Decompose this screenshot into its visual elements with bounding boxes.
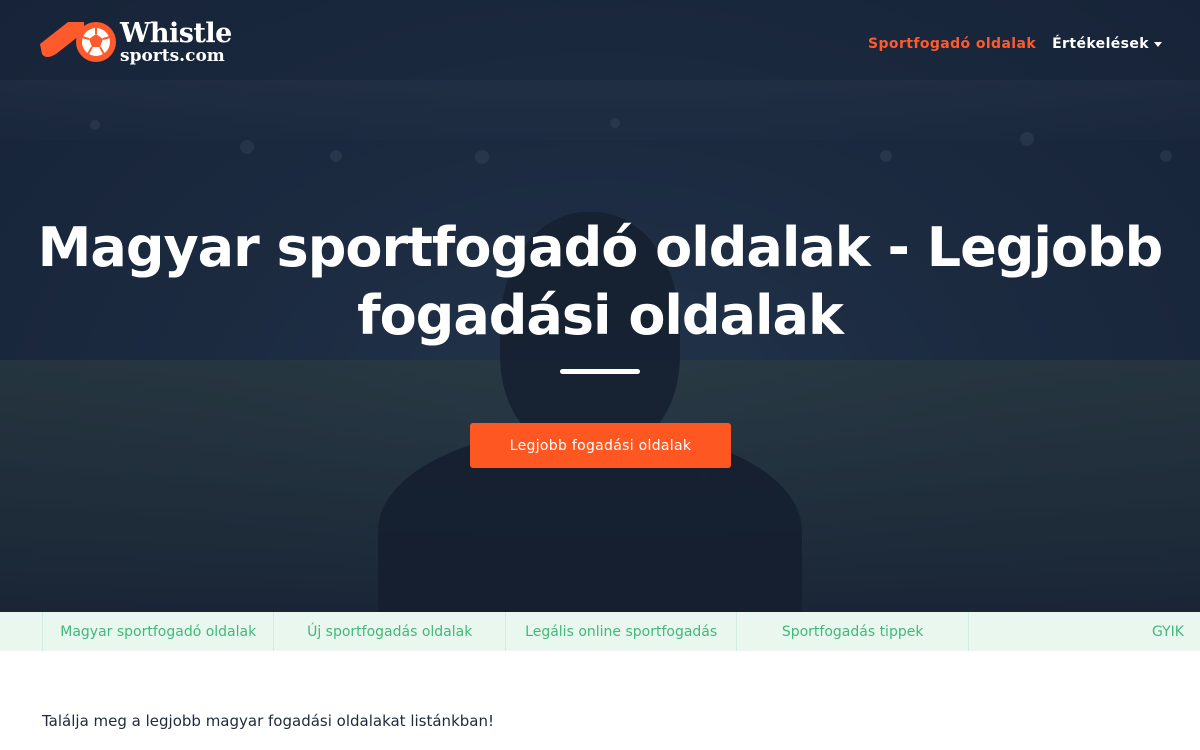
section-nav-item-magyar[interactable]: Magyar sportfogadó oldalak (42, 612, 273, 651)
best-betting-sites-button[interactable]: Legjobb fogadási oldalak (470, 423, 731, 468)
top-nav: Sportfogadó oldalak Értékelések (868, 36, 1162, 52)
hero-section: Whistle sports.com Sportfogadó oldalak É… (0, 0, 1200, 612)
nav-link-sportfogado[interactable]: Sportfogadó oldalak (868, 36, 1036, 52)
logo-line-2: sports.com (120, 45, 225, 66)
section-nav: Magyar sportfogadó oldalak Új sportfogad… (0, 612, 1200, 651)
section-nav-item-gyik[interactable]: GYIK (967, 612, 1200, 651)
logo-line-1: Whistle (120, 17, 232, 49)
section-nav-item-tippek[interactable]: Sportfogadás tippek (736, 612, 967, 651)
caret-down-icon (1154, 41, 1162, 47)
nav-dropdown-label: Értékelések (1052, 36, 1149, 52)
site-logo[interactable]: Whistle sports.com (38, 14, 232, 70)
logo-wordmark: Whistle sports.com (120, 20, 232, 65)
whistle-ball-icon (40, 22, 116, 62)
intro-text: Találja meg a legjobb magyar fogadási ol… (42, 712, 494, 730)
nav-dropdown-ertekelesek[interactable]: Értékelések (1052, 36, 1162, 52)
page-title: Magyar sportfogadó oldalak - Legjobb fog… (37, 216, 1164, 347)
section-nav-item-uj[interactable]: Új sportfogadás oldalak (273, 612, 504, 651)
title-divider (560, 369, 640, 374)
section-nav-item-legalis[interactable]: Legális online sportfogadás (504, 612, 736, 651)
